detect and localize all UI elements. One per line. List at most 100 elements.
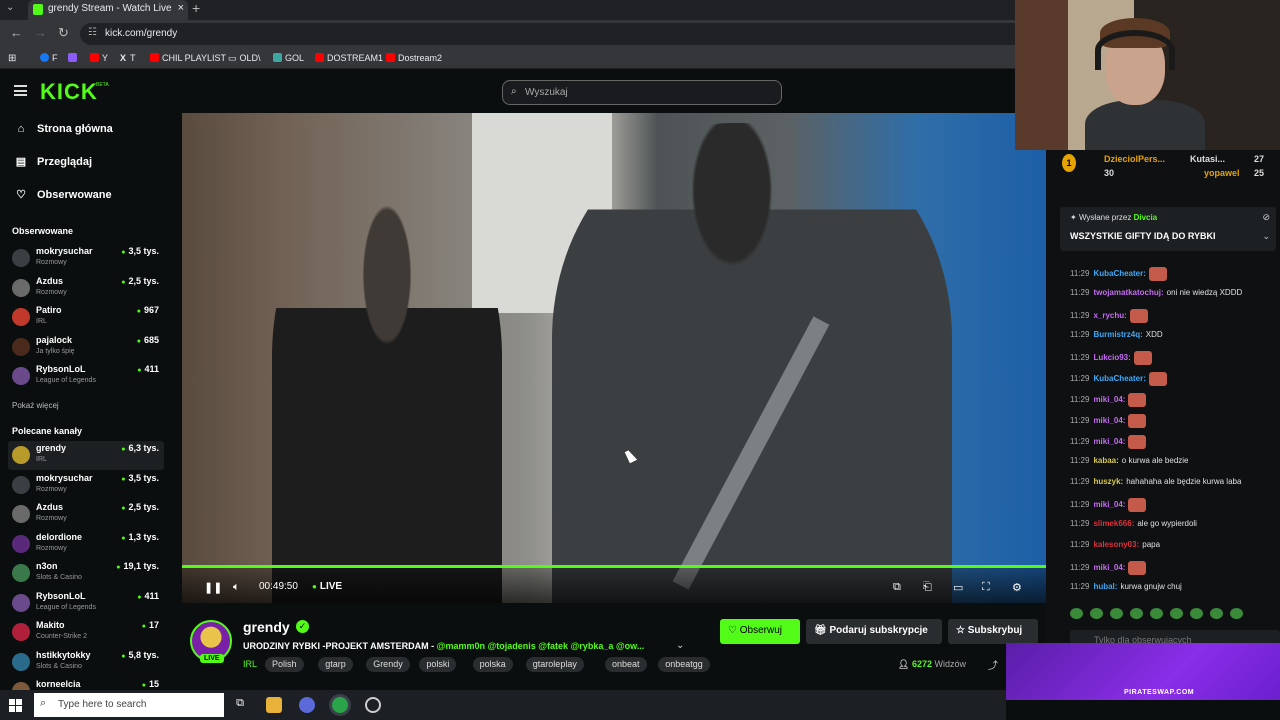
promo-banner[interactable]: PIRATESWAP.COM xyxy=(1006,643,1280,700)
share-icon[interactable]: ⤴ xyxy=(988,657,998,672)
pause-icon[interactable]: ❚❚ xyxy=(204,581,222,594)
back-icon[interactable]: ← xyxy=(10,25,23,40)
stream-tag[interactable]: Grendy xyxy=(366,657,410,672)
settings-gear-icon[interactable]: ⚙ xyxy=(1012,581,1022,594)
bookmark-folder[interactable]: ▭ OLD\ xyxy=(228,53,261,64)
browser-tab[interactable]: grendy Stream - Watch Live × xyxy=(28,0,188,20)
message-username[interactable]: kalesony03: xyxy=(1093,540,1139,549)
channel-item[interactable]: pajalock Ja tylko śpię 685 xyxy=(8,333,164,362)
search-input[interactable]: ⌕ Wyszukaj xyxy=(502,80,782,105)
rank-one-icon: 1 xyxy=(1062,154,1076,172)
new-tab-button[interactable]: + xyxy=(192,0,200,16)
stream-category[interactable]: IRL xyxy=(243,659,257,669)
stream-tag[interactable]: onbeat xyxy=(605,657,647,672)
url-field[interactable]: ☷ kick.com/grendy xyxy=(80,23,1015,45)
streamer-name[interactable]: grendy xyxy=(243,619,290,635)
live-indicator[interactable]: LIVE xyxy=(312,581,342,592)
message-username[interactable]: KubaCheater: xyxy=(1093,269,1145,278)
channel-item[interactable]: Patiro IRL 967 xyxy=(8,303,164,332)
unpin-icon[interactable]: ⊘ xyxy=(1262,212,1270,223)
pin-icon: ✦ xyxy=(1070,213,1079,222)
show-more-link[interactable]: Pokaż więcej xyxy=(12,401,59,410)
windows-start-icon[interactable] xyxy=(9,699,22,712)
emote-bar[interactable] xyxy=(1070,606,1280,620)
stream-tag[interactable]: Polish xyxy=(265,657,304,672)
message-username[interactable]: Burmistrz4q: xyxy=(1093,330,1142,339)
leader-name[interactable]: DzieciolPers... xyxy=(1104,154,1165,164)
bookmark-item[interactable]: Y xyxy=(90,53,108,63)
clip-icon[interactable]: ⎗ xyxy=(923,581,932,594)
stream-tag[interactable]: gtaroleplay xyxy=(525,657,584,672)
bookmark-item[interactable]: DOSTREAM1 xyxy=(315,53,383,63)
message-username[interactable]: KubaCheater: xyxy=(1093,374,1145,383)
pip-icon[interactable]: ⧉ xyxy=(893,581,901,594)
emote-icon xyxy=(1129,309,1148,323)
forward-icon[interactable]: → xyxy=(34,25,47,40)
channel-item[interactable]: RybsonLoL League of Legends 411 xyxy=(8,589,164,618)
theater-mode-icon[interactable]: ▭ xyxy=(953,581,963,594)
taskbar-search-input[interactable]: ⌕ Type here to search xyxy=(34,693,224,717)
fullscreen-icon[interactable]: ⛶ xyxy=(982,581,990,594)
channel-category: League of Legends xyxy=(36,377,96,384)
kick-logo[interactable]: KICK xyxy=(40,79,98,105)
channel-item[interactable]: delordione Rozmowy 1,3 tys. xyxy=(8,530,164,559)
channel-item[interactable]: mokrysuchar Rozmowy 3,5 tys. xyxy=(8,471,164,500)
nav-following[interactable]: ♡ Obserwowane xyxy=(14,188,112,201)
channel-item[interactable]: Makito Counter-Strike 2 17 xyxy=(8,618,164,647)
message-username[interactable]: x_rychu: xyxy=(1093,311,1126,320)
channel-item[interactable]: mokrysuchar Rozmowy 3,5 tys. xyxy=(8,244,164,273)
obs-icon[interactable] xyxy=(365,697,381,713)
nav-browse[interactable]: ▤ Przeglądaj xyxy=(14,155,92,168)
channel-item[interactable]: Azdus Rozmowy 2,5 tys. xyxy=(8,500,164,529)
message-username[interactable]: hubal: xyxy=(1093,582,1117,591)
bookmark-item[interactable]: CHIL PLAYLIST xyxy=(150,53,226,63)
reload-icon[interactable]: ↻ xyxy=(58,25,69,41)
tab-search-icon[interactable]: ⌄ xyxy=(6,2,14,13)
gift-subscriptions-button[interactable]: 🎁︎ Podaruj subskrypcje xyxy=(806,619,942,644)
file-explorer-icon[interactable] xyxy=(266,697,282,713)
message-username[interactable]: miki_04: xyxy=(1093,395,1125,404)
subscribe-button[interactable]: ☆ Subskrybuj xyxy=(948,619,1038,644)
close-tab-icon[interactable]: × xyxy=(178,2,184,14)
pinned-message[interactable]: ✦ Wysłane przez Divcia WSZYSTKIE GIFTY I… xyxy=(1060,207,1276,251)
bookmark-item[interactable]: F xyxy=(40,53,58,63)
message-username[interactable]: huszyk: xyxy=(1093,477,1123,486)
channel-item[interactable]: hstikkytokky Slots & Casino 5,8 tys. xyxy=(8,648,164,677)
message-username[interactable]: miki_04: xyxy=(1093,563,1125,572)
video-player[interactable]: ❚❚ 🔈︎ 00:49:50 LIVE ⧉ ⎗ ▭ ⛶ ⚙ xyxy=(182,113,1046,603)
title-mentions[interactable]: @mamm0n @tojadenis @fatek @rybka_a @ow..… xyxy=(437,641,645,651)
message-username[interactable]: miki_04: xyxy=(1093,500,1125,509)
discord-icon[interactable] xyxy=(299,697,315,713)
bookmark-item[interactable]: Dostream2 xyxy=(386,53,442,63)
stream-tag[interactable]: onbeatgg xyxy=(658,657,710,672)
bookmark-item[interactable] xyxy=(68,53,80,63)
site-info-icon[interactable]: ☷ xyxy=(88,27,97,38)
task-view-icon[interactable]: ⧉ xyxy=(232,697,248,713)
stream-tag[interactable]: gtarp xyxy=(318,657,353,672)
message-username[interactable]: slimek666: xyxy=(1093,519,1134,528)
channel-item[interactable]: RybsonLoL League of Legends 411 xyxy=(8,362,164,391)
chrome-icon[interactable] xyxy=(332,697,348,713)
message-username[interactable]: miki_04: xyxy=(1093,437,1125,446)
stream-tag[interactable]: polska xyxy=(472,657,513,672)
message-username[interactable]: miki_04: xyxy=(1093,416,1125,425)
nav-home[interactable]: ⌂ Strona główna xyxy=(14,123,113,135)
bookmark-item[interactable]: GOL xyxy=(273,53,304,63)
menu-icon[interactable] xyxy=(14,85,27,96)
message-username[interactable]: kabaa: xyxy=(1093,456,1118,465)
volume-icon[interactable]: 🔈︎ xyxy=(233,581,240,594)
channel-item[interactable]: Azdus Rozmowy 2,5 tys. xyxy=(8,274,164,303)
stream-tag[interactable]: polski xyxy=(419,657,457,672)
message-username[interactable]: Lukcio93: xyxy=(1093,353,1130,362)
bookmark-item[interactable]: XT xyxy=(120,53,136,63)
channel-item[interactable]: n3on Slots & Casino 19,1 tys. xyxy=(8,559,164,588)
apps-icon[interactable]: ⊞ xyxy=(8,53,16,64)
leader-name[interactable]: Kutasi... xyxy=(1190,154,1225,164)
message-username[interactable]: twojamatkatochuj: xyxy=(1093,288,1163,297)
leader-name[interactable]: yopawel xyxy=(1204,168,1240,178)
chevron-down-icon[interactable]: ⌄ xyxy=(1262,231,1270,242)
chevron-down-icon[interactable]: ⌄ xyxy=(676,640,684,651)
channel-viewers: 2,5 tys. xyxy=(121,276,159,286)
channel-item[interactable]: grendy IRL 6,3 tys. xyxy=(8,441,164,470)
follow-button[interactable]: ♡ Obserwuj xyxy=(720,619,800,644)
